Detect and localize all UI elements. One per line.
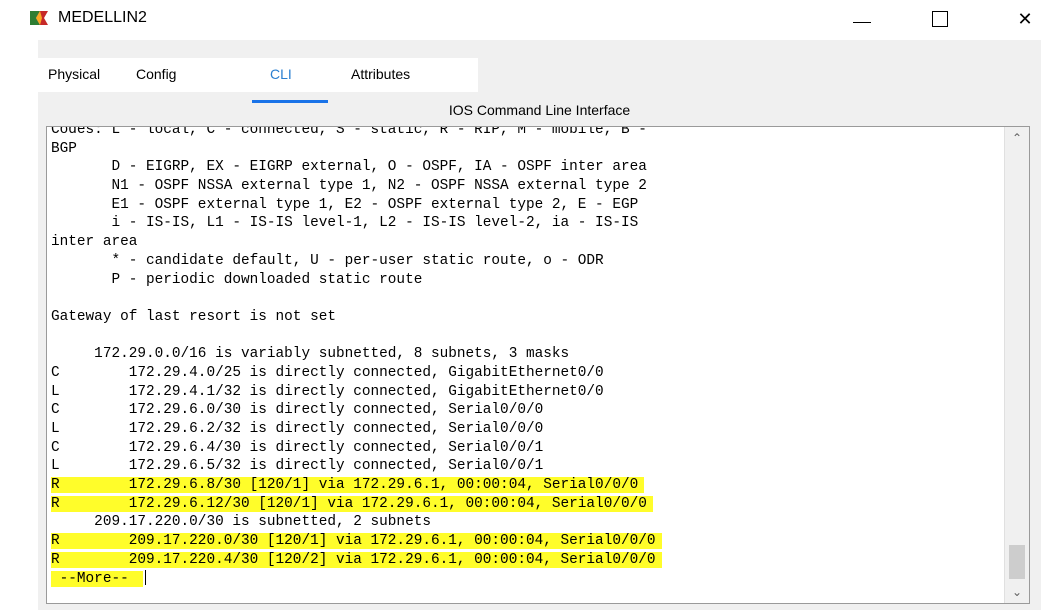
terminal-line: Codes: L - local, C - connected, S - sta… [47,126,997,140]
vertical-scrollbar[interactable]: ⌃ ⌄ [1004,127,1029,603]
app-window: MEDELLIN2 ✕ Physical Config CLI Attribut… [0,0,1041,610]
terminal-line: i - IS-IS, L1 - IS-IS level-1, L2 - IS-I… [47,214,997,233]
tab-attributes[interactable]: Attributes [351,66,410,82]
terminal-line-text: --More-- [51,570,144,587]
terminal-line: inter area [47,233,997,252]
terminal-line: L 172.29.6.5/32 is directly connected, S… [47,457,997,476]
terminal-line: BGP [47,140,997,159]
scroll-down-button[interactable]: ⌄ [1005,581,1029,603]
terminal-line-text: R 209.17.220.4/30 [120/2] via 172.29.6.1… [51,551,662,568]
terminal-line-text: Gateway of last resort is not set [51,308,336,325]
terminal-line-text: BGP [51,140,77,157]
terminal-line-text: E1 - OSPF external type 1, E2 - OSPF ext… [51,196,639,213]
terminal-line-text: inter area [51,234,138,251]
tab-physical[interactable]: Physical [48,66,100,82]
terminal-line: R 172.29.6.8/30 [120/1] via 172.29.6.1, … [47,476,997,495]
terminal-line: 209.17.220.0/30 is subnetted, 2 subnets [47,513,997,532]
cli-title: IOS Command Line Interface [448,102,631,118]
cli-terminal[interactable]: Codes: L - local, C - connected, S - sta… [46,126,1030,604]
terminal-line-text: R 172.29.6.12/30 [120/1] via 172.29.6.1,… [51,495,653,512]
window-title: MEDELLIN2 [58,9,147,26]
close-icon: ✕ [1017,8,1033,29]
terminal-line: P - periodic downloaded static route [47,271,997,290]
terminal-line-text: L 172.29.4.1/32 is directly connected, G… [51,383,604,400]
scroll-thumb[interactable] [1009,545,1025,579]
terminal-line-text: * - candidate default, U - per-user stat… [51,252,604,269]
terminal-line: 172.29.0.0/16 is variably subnetted, 8 s… [47,345,997,364]
terminal-line: E1 - OSPF external type 1, E2 - OSPF ext… [47,196,997,215]
terminal-line-text: L 172.29.6.2/32 is directly connected, S… [51,421,544,437]
terminal-line-text: Codes: L - local, C - connected, S - sta… [51,126,647,138]
terminal-line: D - EIGRP, EX - EIGRP external, O - OSPF… [47,158,997,177]
terminal-line: N1 - OSPF NSSA external type 1, N2 - OSP… [47,177,997,196]
title-bar: MEDELLIN2 ✕ [0,0,1041,40]
terminal-line-text: C 172.29.6.0/30 is directly connected, S… [51,402,544,419]
text-cursor [145,570,147,586]
terminal-line-text: N1 - OSPF NSSA external type 1, N2 - OSP… [51,178,647,195]
terminal-line: * - candidate default, U - per-user stat… [47,252,997,271]
terminal-line-text: 172.29.0.0/16 is variably subnetted, 8 s… [51,346,570,363]
router-icon [28,9,50,27]
chevron-down-icon: ⌄ [1011,585,1023,599]
tab-config[interactable]: Config [136,66,176,82]
terminal-line: R 209.17.220.0/30 [120/1] via 172.29.6.1… [47,532,997,551]
terminal-line: C 172.29.4.0/25 is directly connected, G… [47,364,997,383]
close-button[interactable]: ✕ [1005,4,1041,34]
terminal-output: Codes: L - local, C - connected, S - sta… [47,127,997,588]
terminal-line: R 209.17.220.4/30 [120/2] via 172.29.6.1… [47,551,997,570]
terminal-line-text: R 172.29.6.8/30 [120/1] via 172.29.6.1, … [51,477,645,494]
terminal-line: L 172.29.4.1/32 is directly connected, G… [47,383,997,402]
minimize-button[interactable] [842,4,882,34]
terminal-line: C 172.29.6.4/30 is directly connected, S… [47,439,997,458]
tab-bar: Physical Config CLI Attributes [38,58,478,103]
terminal-line-text: P - periodic downloaded static route [51,271,423,288]
terminal-line-text: C 172.29.6.4/30 is directly connected, S… [51,439,544,456]
terminal-line-text: L 172.29.6.5/32 is directly connected, S… [51,458,544,475]
tab-cli[interactable]: CLI [270,66,292,82]
terminal-line: L 172.29.6.2/32 is directly connected, S… [47,420,997,439]
maximize-button[interactable] [920,4,960,34]
maximize-icon [932,11,948,27]
terminal-line-text: D - EIGRP, EX - EIGRP external, O - OSPF… [51,159,647,176]
terminal-line: --More-- [47,570,997,589]
chevron-up-icon: ⌃ [1011,131,1023,145]
scroll-up-button[interactable]: ⌃ [1005,127,1029,149]
device-panel: Physical Config CLI Attributes IOS Comma… [38,40,1041,610]
minimize-icon [853,21,871,23]
terminal-line-text: C 172.29.4.0/25 is directly connected, G… [51,364,604,381]
terminal-line-text: 209.17.220.0/30 is subnetted, 2 subnets [51,514,431,531]
terminal-line: R 172.29.6.12/30 [120/1] via 172.29.6.1,… [47,495,997,514]
terminal-line-text: i - IS-IS, L1 - IS-IS level-1, L2 - IS-I… [51,215,639,232]
terminal-line-text: R 209.17.220.0/30 [120/1] via 172.29.6.1… [51,533,662,550]
terminal-line: Gateway of last resort is not set [47,308,997,327]
terminal-line: C 172.29.6.0/30 is directly connected, S… [47,401,997,420]
